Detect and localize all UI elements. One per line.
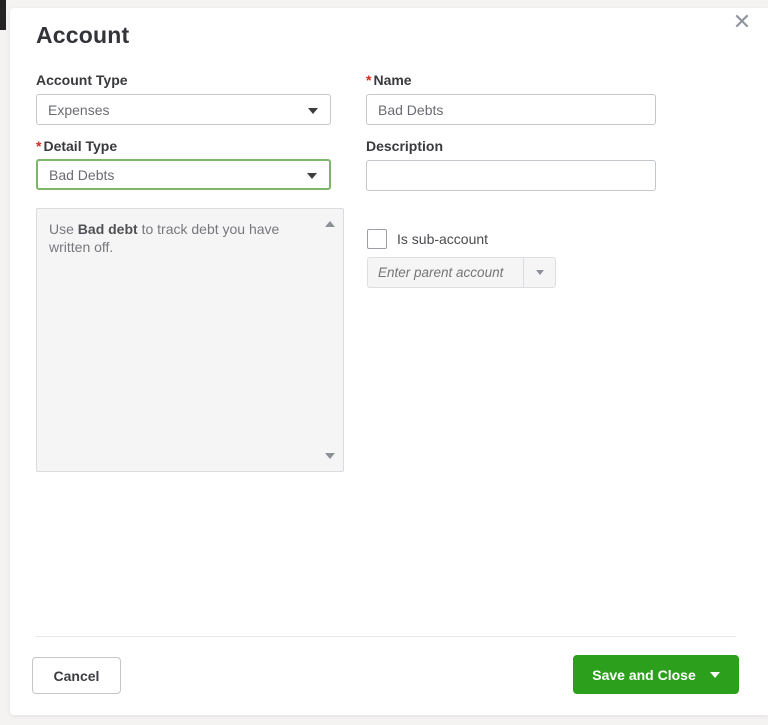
screen: ✕ Account Account Type Expenses *Name *D…: [0, 0, 768, 725]
caret-down-icon[interactable]: [709, 671, 720, 678]
footer-divider: [36, 636, 736, 637]
caret-down-icon: [308, 107, 318, 114]
dialog-title: Account: [36, 22, 130, 48]
info-text-prefix: Use: [49, 221, 78, 237]
account-type-select[interactable]: Expenses: [36, 94, 331, 125]
description-label-text: Description: [366, 138, 444, 154]
name-input[interactable]: [366, 94, 656, 125]
account-type-label: Account Type: [36, 72, 128, 88]
parent-account-combo: [367, 257, 556, 288]
account-dialog: ✕ Account Account Type Expenses *Name *D…: [10, 8, 768, 715]
required-asterisk: *: [366, 72, 372, 88]
detail-type-value: Bad Debts: [49, 166, 115, 183]
name-label: * Name: [366, 72, 412, 88]
caret-down-icon: [307, 172, 317, 179]
detail-type-info-panel: Use Bad debt to track debt you have writ…: [36, 208, 344, 472]
is-subaccount-checkbox[interactable]: [367, 229, 387, 249]
detail-type-label: * Detail Type: [36, 138, 117, 154]
cancel-button[interactable]: Cancel: [32, 657, 121, 694]
info-text-bold: Bad debt: [77, 221, 138, 237]
detail-type-select[interactable]: Bad Debts: [36, 159, 331, 190]
parent-account-dropdown-button[interactable]: [523, 258, 555, 287]
detail-type-info-text: Use Bad debt to track debt you have writ…: [49, 220, 315, 256]
save-and-close-button[interactable]: Save and Close: [573, 655, 739, 694]
caret-down-icon: [535, 270, 544, 275]
save-button-label: Save and Close: [592, 666, 696, 683]
account-type-value: Expenses: [48, 101, 110, 118]
description-input[interactable]: [366, 160, 656, 191]
name-label-text: Name: [373, 72, 412, 88]
parent-account-input[interactable]: [368, 258, 523, 287]
background-artifact: [0, 0, 6, 30]
close-icon[interactable]: ✕: [728, 8, 756, 36]
required-asterisk: *: [36, 138, 42, 154]
scroll-down-icon[interactable]: [325, 453, 335, 459]
detail-type-label-text: Detail Type: [43, 138, 118, 154]
description-label: Description: [366, 138, 443, 154]
sub-account-row: Is sub-account: [367, 229, 488, 249]
account-type-label-text: Account Type: [36, 72, 128, 88]
scroll-up-icon[interactable]: [325, 221, 335, 227]
is-subaccount-label: Is sub-account: [397, 231, 489, 247]
